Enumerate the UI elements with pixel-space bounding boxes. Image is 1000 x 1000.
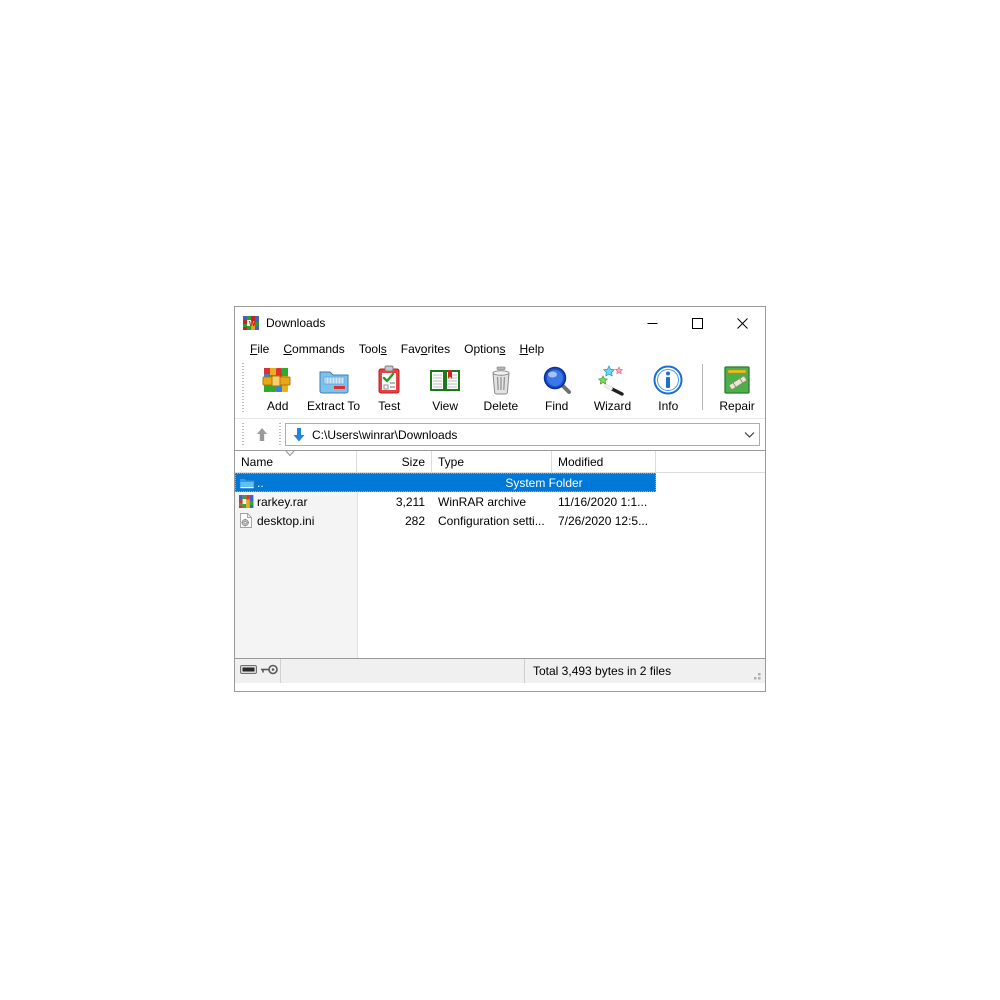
file-list-header: Name Size Type Modified: [235, 451, 765, 473]
toolbar-label-wizard: Wizard: [593, 399, 632, 413]
test-clipboard-icon: [373, 364, 405, 396]
info-circle-icon: [652, 364, 684, 396]
toolbar-button-wizard[interactable]: Wizard: [585, 360, 641, 416]
resize-grip-icon[interactable]: [750, 669, 762, 681]
toolbar-button-extract-to[interactable]: Extract To: [306, 360, 362, 416]
file-name-cell: ..: [257, 475, 264, 490]
up-one-level-button[interactable]: [248, 422, 276, 448]
close-icon: [737, 317, 748, 329]
file-modified-cell: 11/16/2020 1:1...: [558, 494, 648, 509]
column-header-size[interactable]: Size: [357, 451, 432, 472]
column-header-type[interactable]: Type: [432, 451, 552, 472]
toolbar-label-find: Find: [545, 399, 569, 413]
file-type-cell: WinRAR archive: [438, 494, 527, 509]
file-modified-cell: 7/26/2020 12:5...: [558, 513, 649, 528]
toolbar-button-view[interactable]: View: [417, 360, 473, 416]
title-bar: W Downloads: [235, 307, 765, 339]
toolbar-separator: [702, 364, 704, 410]
extract-folder-icon: [318, 364, 350, 396]
column-header-name[interactable]: Name: [235, 451, 357, 472]
file-type-cell: System Folder: [505, 475, 583, 490]
caption-button-group: [630, 307, 765, 339]
maximize-button[interactable]: [675, 307, 720, 339]
winrar-window: W Downloads File Commands Tools Favorite…: [234, 306, 766, 692]
downloads-arrow-icon: [291, 427, 307, 443]
chevron-down-icon[interactable]: [739, 431, 759, 438]
up-arrow-icon: [257, 428, 267, 441]
file-name-cell: rarkey.rar: [257, 494, 308, 509]
column-header-name-label: Name: [241, 454, 274, 469]
menu-item-commands[interactable]: Commands: [276, 341, 351, 358]
key-icon[interactable]: [260, 664, 278, 678]
file-size-cell: 282: [404, 513, 425, 528]
wizard-wand-icon: [596, 364, 628, 396]
toolbar-button-test[interactable]: Test: [361, 360, 417, 416]
table-row[interactable]: desktop.ini 282 Configuration setti... 7…: [235, 511, 765, 530]
menu-item-file[interactable]: File: [243, 341, 276, 358]
toolbar-label-extract-to: Extract To: [306, 399, 361, 413]
file-size-cell: 3,211: [395, 494, 425, 509]
winrar-books-icon: W: [243, 315, 259, 331]
toolbar-label-info: Info: [658, 399, 679, 413]
column-header-type-label: Type: [438, 454, 465, 469]
maximize-icon: [692, 317, 703, 329]
folder-up-icon: [235, 476, 257, 490]
svg-text:W: W: [249, 321, 256, 328]
address-bar-grip[interactable]: [241, 422, 246, 447]
file-list: Name Size Type Modified .. System Folder…: [235, 450, 765, 659]
table-row[interactable]: rarkey.rar 3,211 WinRAR archive 11/16/20…: [235, 492, 765, 511]
delete-trash-icon: [485, 364, 517, 396]
minimize-icon: [647, 322, 658, 324]
toolbar-grip[interactable]: [241, 363, 246, 413]
view-book-icon: [429, 364, 461, 396]
file-type-cell: Configuration setti...: [438, 513, 545, 528]
find-magnifier-icon: [541, 364, 573, 396]
toolbar-label-delete: Delete: [483, 399, 519, 413]
sort-descending-chevron-icon: [283, 451, 297, 457]
repair-icon: [721, 364, 753, 396]
menu-item-options[interactable]: Options: [457, 341, 512, 358]
toolbar-label-add: Add: [267, 399, 289, 413]
address-bar: C:\Users\winrar\Downloads: [235, 419, 765, 450]
close-button[interactable]: [720, 307, 765, 339]
toolbar-button-find[interactable]: Find: [529, 360, 585, 416]
column-header-modified[interactable]: Modified: [552, 451, 656, 472]
menu-bar: File Commands Tools Favorites Options He…: [235, 339, 765, 360]
screen-canvas: W Downloads File Commands Tools Favorite…: [0, 0, 1000, 1000]
menu-item-favorites[interactable]: Favorites: [394, 341, 457, 358]
address-path-combobox[interactable]: C:\Users\winrar\Downloads: [285, 423, 760, 446]
disk-drive-icon[interactable]: [240, 664, 257, 678]
toolbar-button-add[interactable]: Add: [250, 360, 306, 416]
status-bar-spacer: [281, 659, 525, 683]
address-combo-grip[interactable]: [278, 422, 283, 447]
toolbar-label-repair: Repair: [719, 399, 755, 413]
file-name-cell: desktop.ini: [257, 513, 315, 528]
rar-archive-icon: [235, 494, 257, 509]
window-title: Downloads: [266, 316, 326, 330]
toolbar-label-view: View: [432, 399, 458, 413]
column-header-size-label: Size: [401, 454, 425, 469]
menu-item-help[interactable]: Help: [512, 341, 551, 358]
toolbar-label-test: Test: [378, 399, 401, 413]
table-row[interactable]: .. System Folder: [235, 473, 656, 492]
minimize-button[interactable]: [630, 307, 675, 339]
status-bar: Total 3,493 bytes in 2 files: [235, 659, 765, 683]
add-archive-icon: [262, 364, 294, 396]
toolbar-button-info[interactable]: Info: [640, 360, 696, 416]
address-path-text: C:\Users\winrar\Downloads: [312, 427, 458, 442]
status-bar-total: Total 3,493 bytes in 2 files: [533, 664, 672, 678]
column-header-modified-label: Modified: [558, 454, 604, 469]
toolbar-button-repair[interactable]: Repair: [709, 360, 765, 416]
toolbar: Add Extract To Test View Delete Find Wiz…: [235, 360, 765, 419]
status-bar-icons: [235, 659, 281, 683]
ini-config-icon: [235, 513, 257, 528]
menu-item-tools[interactable]: Tools: [352, 341, 394, 358]
toolbar-button-delete[interactable]: Delete: [473, 360, 529, 416]
